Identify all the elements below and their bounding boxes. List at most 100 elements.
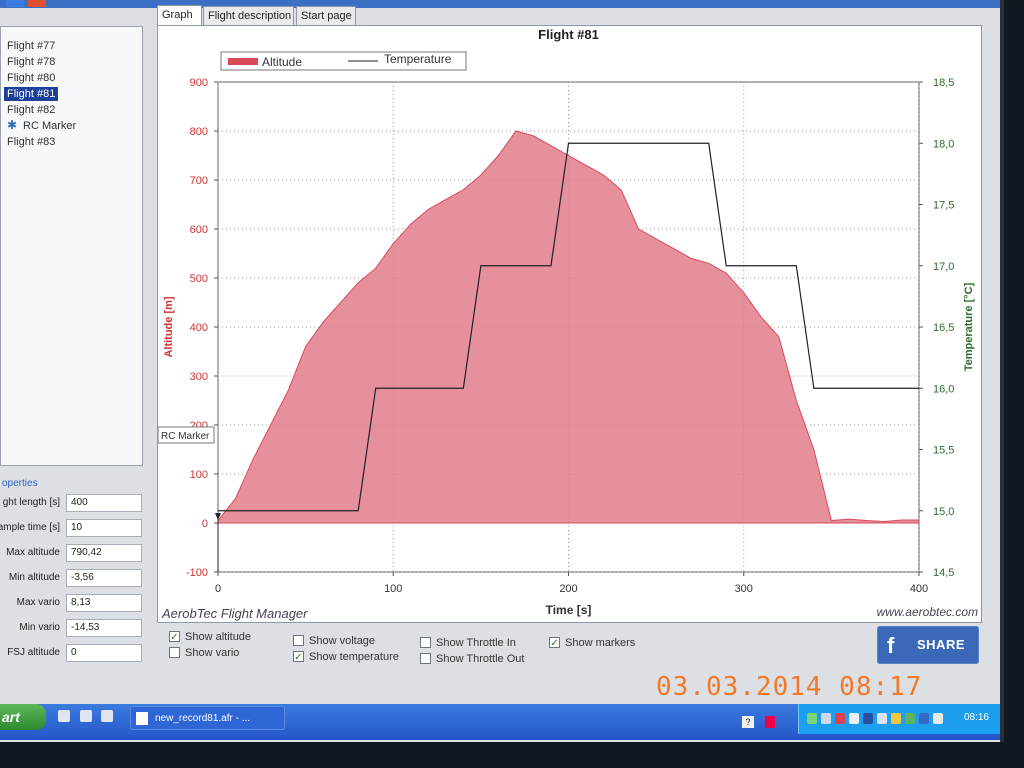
prop-min-vario: Min vario -14,53 [0,619,148,639]
prop-label: ample time [s] [0,522,60,533]
tree-item-rc-marker[interactable]: RC Marker [23,119,76,133]
tray-icon[interactable] [821,713,831,724]
graph-panel: -100 0 100 200 300 400 500 600 700 800 900 14,5 15,0… [157,25,982,623]
tray-icon[interactable] [919,713,929,724]
quicklaunch-icon[interactable] [80,710,92,722]
y-tick-label: 300 [190,371,208,383]
checkbox[interactable] [293,635,304,646]
prop-value-field[interactable]: 0 [66,644,142,662]
document-icon [136,712,148,725]
x-tick-label: 400 [910,583,928,595]
quicklaunch-icon[interactable] [58,710,70,722]
title-bar-strip [0,0,1000,8]
x-tick-label: 0 [215,583,221,595]
prop-fsj-altitude: FSJ altitude 0 [0,644,148,664]
prop-label: Max vario [16,597,60,608]
prop-max-altitude: Max altitude 790,42 [0,544,148,564]
tab-start-page[interactable]: Start page [296,6,356,25]
checkbox[interactable] [169,647,180,658]
prop-value-field[interactable]: -14,53 [66,619,142,637]
y-tick-label: 800 [190,126,208,138]
checkbox[interactable] [420,653,431,664]
tray-icon[interactable] [835,713,845,724]
taskbar: art new_record81.afr - ... ? 08:16 [0,704,1000,740]
y2-tick-label: 15,5 [933,445,954,457]
prop-sample-time: ample time [s] 10 [0,519,148,539]
y2-tick-label: 14,5 [933,567,954,579]
graph-options: ✓ Show altitude Show vario Show voltage … [163,628,863,670]
y2-tick-label: 17,5 [933,200,954,212]
option-label: Show temperature [309,651,399,663]
prop-value-field[interactable]: 10 [66,519,142,537]
x-tick-label: 300 [735,583,753,595]
footer-left: AerobTec Flight Manager [161,606,308,621]
y2-tick-label: 18,0 [933,138,954,150]
rc-marker-label: RC Marker [161,431,210,442]
prop-min-altitude: Min altitude -3,56 [0,569,148,589]
option-label: Show Throttle Out [436,653,525,665]
help-icon[interactable]: ? [742,716,754,728]
system-tray: 08:16 [798,704,1000,734]
flight-chart[interactable]: -100 0 100 200 300 400 500 600 700 800 900 14,5 15,0… [158,26,981,622]
marker-icon: ✱ [7,118,18,132]
warning-icon[interactable] [765,716,775,728]
prop-max-vario: Max vario 8,13 [0,594,148,614]
tree-item-flight-83[interactable]: Flight #83 [7,135,55,149]
option-label: Show altitude [185,631,252,643]
prop-label: Min vario [19,622,60,633]
option-label: Show vario [185,647,240,659]
tray-icon[interactable] [933,713,943,724]
flight-tree: Flight #77 Flight #78 Flight #80 Flight … [0,26,143,466]
footer-right: www.aerobtec.com [877,605,978,619]
tree-item-flight-80[interactable]: Flight #80 [7,71,55,85]
y-tick-label: 0 [202,518,208,530]
taskbar-item-record[interactable]: new_record81.afr - ... [130,706,285,730]
x-axis-label: Time [s] [546,603,592,617]
chart-title: Flight #81 [538,27,599,42]
prop-flight-length: ght length [s] 400 [0,494,148,514]
prop-label: FSJ altitude [7,647,60,658]
properties-title: operties [2,478,38,489]
clock: 08:16 [963,712,989,723]
toolbar-icon[interactable] [28,0,46,7]
y2-tick-label: 16,5 [933,322,954,334]
prop-value-field[interactable]: 400 [66,494,142,512]
y-tick-label: 500 [190,273,208,285]
legend-label-temperature: Temperature [384,52,452,66]
tray-icon[interactable] [891,713,901,724]
checkbox[interactable]: ✓ [549,637,560,649]
facebook-f-icon: f [887,633,895,658]
tab-graph[interactable]: Graph [157,5,202,26]
option-label: Show voltage [309,635,376,647]
tray-icon[interactable] [877,713,887,724]
tree-item-flight-77[interactable]: Flight #77 [7,39,55,53]
prop-value-field[interactable]: 8,13 [66,594,142,612]
taskbar-item-label: new_record81.afr - ... [155,713,251,724]
y-tick-label: 700 [190,175,208,187]
app-icon [6,0,24,7]
prop-value-field[interactable]: 790,42 [66,544,142,562]
tree-item-flight-78[interactable]: Flight #78 [7,55,55,69]
tray-icon[interactable] [807,713,817,724]
y2-tick-label: 17,0 [933,261,954,273]
prop-label: ght length [s] [2,497,60,508]
legend-label-altitude: Altitude [262,55,302,69]
checkbox[interactable]: ✓ [169,631,180,643]
tree-item-flight-82[interactable]: Flight #82 [7,103,55,117]
prop-label: Max altitude [6,547,60,558]
checkbox[interactable]: ✓ [293,651,304,663]
legend-swatch-altitude [228,58,258,65]
y2-tick-label: 15,0 [933,506,954,518]
tray-icon[interactable] [905,713,915,724]
tray-icon[interactable] [863,713,873,724]
facebook-share-button[interactable]: f SHARE [877,626,979,664]
quicklaunch-icon[interactable] [101,710,113,722]
checkbox[interactable] [420,637,431,648]
prop-value-field[interactable]: -3,56 [66,569,142,587]
y2-axis-label: Temperature [°C] [963,282,975,371]
start-button[interactable]: art [0,704,46,730]
tab-flight-description[interactable]: Flight description [203,6,294,25]
tray-icon[interactable] [849,713,859,724]
app-screen: Flight #77 Flight #78 Flight #80 Flight … [0,0,1004,742]
tree-item-flight-81[interactable]: Flight #81 [2,86,60,102]
